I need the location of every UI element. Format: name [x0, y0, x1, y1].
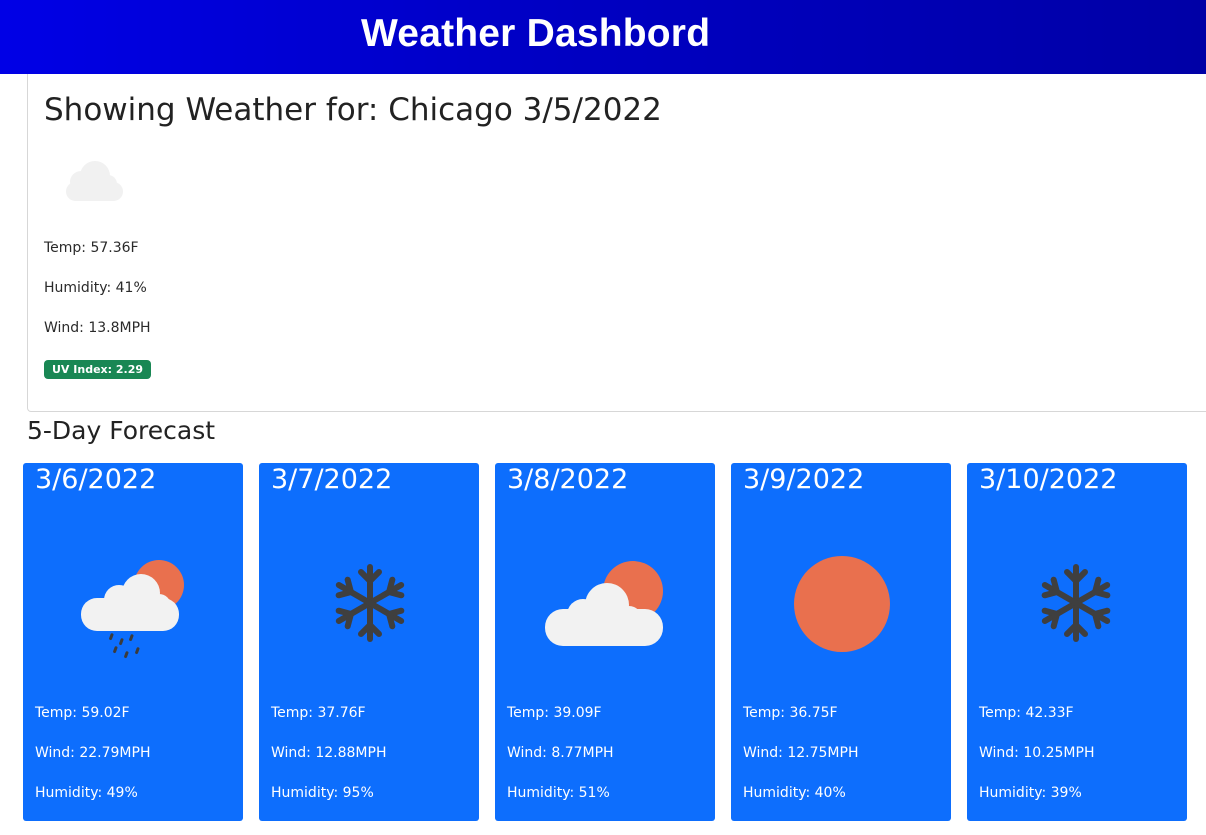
forecast-wind: Wind: 10.25MPH [979, 745, 1095, 761]
current-weather-title: Showing Weather for: Chicago 3/5/2022 [44, 92, 662, 128]
cloud-sun-icon [541, 543, 671, 663]
sun-icon [777, 543, 907, 663]
cloud-icon [58, 154, 128, 208]
forecast-humidity: Humidity: 39% [979, 785, 1082, 801]
snowflake-icon [305, 543, 435, 663]
forecast-date: 3/6/2022 [35, 464, 157, 495]
snowflake-icon [1013, 543, 1143, 663]
forecast-date: 3/9/2022 [743, 464, 865, 495]
header-bar: Weather Dashbord [0, 0, 1206, 74]
forecast-card: 3/10/2022 Temp: 42.33F Wind: 10.25MPH Hu… [967, 463, 1187, 821]
forecast-wind: Wind: 22.79MPH [35, 745, 151, 761]
current-temp: Temp: 57.36F [44, 240, 139, 256]
forecast-heading: 5-Day Forecast [27, 416, 216, 445]
forecast-temp: Temp: 37.76F [271, 705, 366, 721]
forecast-temp: Temp: 42.33F [979, 705, 1074, 721]
forecast-date: 3/8/2022 [507, 464, 629, 495]
rain-cloud-sun-icon [69, 543, 199, 663]
forecast-card: 3/6/2022 Temp: 59.02F Wind: 22.79MPH Hum… [23, 463, 243, 821]
current-humidity: Humidity: 41% [44, 280, 147, 296]
forecast-temp: Temp: 39.09F [507, 705, 602, 721]
forecast-date: 3/10/2022 [979, 464, 1118, 495]
forecast-wind: Wind: 12.88MPH [271, 745, 387, 761]
forecast-wind: Wind: 12.75MPH [743, 745, 859, 761]
forecast-date: 3/7/2022 [271, 464, 393, 495]
forecast-humidity: Humidity: 40% [743, 785, 846, 801]
page-title: Weather Dashbord [361, 12, 711, 55]
current-weather-card: Showing Weather for: Chicago 3/5/2022 Te… [27, 74, 1206, 412]
forecast-humidity: Humidity: 51% [507, 785, 610, 801]
forecast-card: 3/9/2022 Temp: 36.75F Wind: 12.75MPH Hum… [731, 463, 951, 821]
forecast-temp: Temp: 59.02F [35, 705, 130, 721]
current-wind: Wind: 13.8MPH [44, 320, 151, 336]
forecast-humidity: Humidity: 95% [271, 785, 374, 801]
uv-index-badge: UV Index: 2.29 [44, 360, 151, 379]
forecast-humidity: Humidity: 49% [35, 785, 138, 801]
forecast-card: 3/8/2022 Temp: 39.09F Wind: 8.77MPH Humi… [495, 463, 715, 821]
forecast-wind: Wind: 8.77MPH [507, 745, 614, 761]
forecast-temp: Temp: 36.75F [743, 705, 838, 721]
forecast-card: 3/7/2022 Temp: 37.76F Wind: 12.88MPH Hum… [259, 463, 479, 821]
